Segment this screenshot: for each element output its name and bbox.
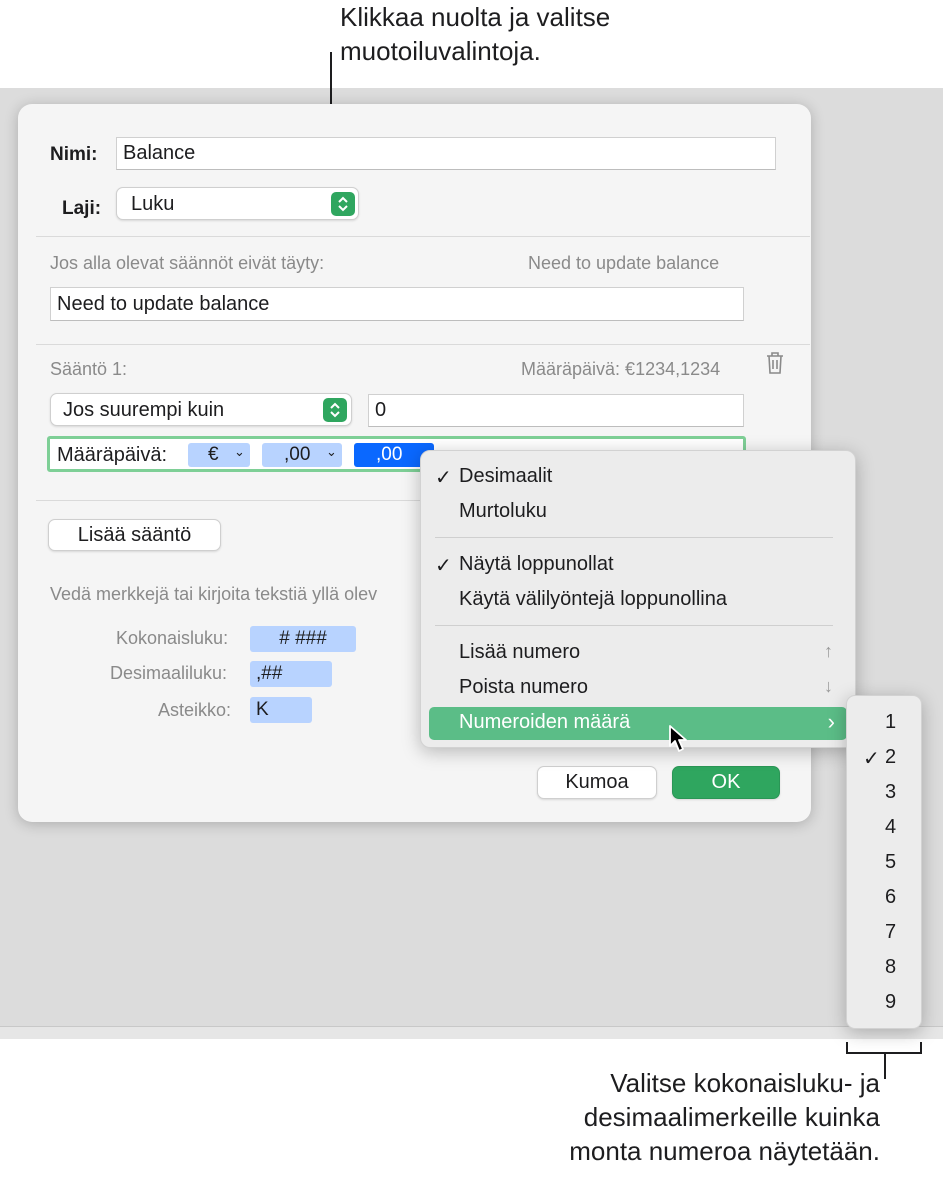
callout-bottom: Valitse kokonaisluku- ja desimaalimerkei…: [520, 1066, 880, 1168]
callout-top: Klikkaa nuolta ja valitse muotoiluvalint…: [340, 0, 610, 68]
decimal-element-token[interactable]: ,##: [250, 661, 332, 687]
element-label: Kokonaisluku:: [116, 628, 229, 648]
fallback-caption: Jos alla olevat säännöt eivät täyty:: [50, 253, 325, 273]
decimal-format-menu: ✓ Desimaalit Murtoluku ✓ Näytä loppunoll…: [420, 450, 856, 748]
submenu-item-7[interactable]: 7: [847, 915, 921, 950]
ok-button[interactable]: OK: [672, 766, 780, 799]
menu-item-digit-count[interactable]: Numeroiden määrä ›: [429, 707, 847, 740]
add-rule-button[interactable]: Lisää sääntö: [48, 519, 221, 551]
elements-hint: Vedä merkkejä tai kirjoita tekstiä yllä …: [50, 584, 378, 604]
checkmark-icon: ✓: [435, 555, 452, 577]
chevron-right-icon: ›: [827, 709, 835, 734]
menu-item-spaces-for-zeros[interactable]: Käytä välilyöntejä loppunollina: [421, 584, 855, 616]
submenu-item-8[interactable]: 8: [847, 950, 921, 985]
menu-item-label: Käytä välilyöntejä loppunollina: [459, 588, 727, 610]
rule-preview: Määräpäivä: €1234,1234: [521, 359, 721, 379]
rule-title: Sääntö 1:: [50, 359, 128, 379]
name-field[interactable]: Balance: [116, 137, 776, 170]
integer-element-token[interactable]: # ###: [250, 626, 356, 652]
condition-popup-chevrons-icon[interactable]: [323, 398, 347, 422]
arrow-up-icon: ↑: [824, 641, 833, 661]
callout-bottom-leader: [884, 1053, 886, 1079]
submenu-item-label: 6: [885, 886, 897, 908]
section-divider: [36, 236, 810, 237]
menu-item-label: Lisää numero: [459, 641, 581, 663]
integer-token-label: ,00: [284, 444, 311, 465]
arrow-down-icon: ↓: [824, 676, 833, 696]
currency-token-label: €: [208, 444, 219, 465]
type-label: Laji:: [62, 198, 102, 219]
menu-item-decimals[interactable]: ✓ Desimaalit: [421, 461, 855, 493]
checkmark-icon: ✓: [435, 467, 452, 489]
type-popup-value: Luku: [131, 193, 175, 215]
chevron-down-icon: ⌄: [326, 444, 337, 459]
mouse-pointer-icon: [668, 724, 690, 759]
menu-item-fraction[interactable]: Murtoluku: [421, 496, 855, 528]
element-label: Asteikko:: [158, 700, 232, 720]
submenu-item-label: 9: [885, 991, 897, 1013]
submenu-item-9[interactable]: 9: [847, 985, 921, 1020]
cancel-button[interactable]: Kumoa: [537, 766, 657, 799]
condition-popup[interactable]: Jos suurempi kuin: [50, 393, 352, 426]
menu-item-label: Poista numero: [459, 676, 588, 698]
submenu-item-label: 3: [885, 781, 897, 803]
section-divider: [36, 344, 810, 345]
callout-top-line-1: Klikkaa nuolta ja valitse: [340, 2, 611, 32]
submenu-item-label: 1: [885, 711, 897, 733]
window-bottom-edge: [0, 1026, 943, 1039]
checkmark-icon: ✓: [863, 748, 880, 770]
menu-separator: [435, 625, 833, 626]
callout-bottom-line-2: desimaalimerkeille kuinka: [583, 1102, 880, 1132]
menu-item-add-digit[interactable]: Lisää numero ↑: [421, 637, 855, 669]
decimal-token-label: ,00: [376, 444, 403, 465]
submenu-item-label: 7: [885, 921, 897, 943]
fallback-preview: Need to update balance: [528, 253, 720, 273]
integer-token[interactable]: ,00 ⌄: [262, 443, 342, 467]
element-label: Desimaaliluku:: [110, 663, 228, 683]
menu-item-label: Näytä loppunollat: [459, 553, 614, 575]
type-popup-chevrons-icon: [331, 192, 355, 216]
submenu-item-3[interactable]: 3: [847, 775, 921, 810]
submenu-item-label: 2: [885, 746, 897, 768]
callout-bottom-line-3: monta numeroa näytetään.: [569, 1136, 880, 1166]
type-popup[interactable]: Luku: [116, 187, 359, 220]
menu-item-show-trailing-zeros[interactable]: ✓ Näytä loppunollat: [421, 549, 855, 581]
submenu-item-label: 5: [885, 851, 897, 873]
digit-count-submenu: 1 ✓ 2 3 4 5 6 7 8 9: [846, 695, 922, 1029]
callout-top-line-2: muotoiluvalintoja.: [340, 36, 541, 66]
chevron-down-icon: ⌄: [234, 444, 245, 459]
menu-item-label: Desimaalit: [459, 465, 553, 487]
condition-popup-value: Jos suurempi kuin: [63, 399, 225, 421]
callout-bottom-line-1: Valitse kokonaisluku- ja: [610, 1068, 880, 1098]
submenu-item-label: 4: [885, 816, 897, 838]
format-label: Määräpäivä:: [57, 444, 168, 466]
submenu-item-4[interactable]: 4: [847, 810, 921, 845]
menu-item-label: Numeroiden määrä: [459, 711, 631, 733]
submenu-item-5[interactable]: 5: [847, 845, 921, 880]
menu-item-remove-digit[interactable]: Poista numero ↓: [421, 672, 855, 704]
menu-separator: [435, 537, 833, 538]
menu-item-label: Murtoluku: [459, 500, 547, 522]
submenu-item-label: 8: [885, 956, 897, 978]
currency-token[interactable]: € ⌄: [188, 443, 250, 467]
submenu-item-1[interactable]: 1: [847, 705, 921, 740]
name-label: Nimi:: [50, 144, 98, 165]
fallback-text-field[interactable]: Need to update balance: [50, 287, 744, 321]
condition-value-field[interactable]: 0: [368, 394, 744, 427]
scale-element-token[interactable]: K: [250, 697, 312, 723]
submenu-item-6[interactable]: 6: [847, 880, 921, 915]
submenu-item-2[interactable]: ✓ 2: [847, 740, 921, 775]
trash-icon[interactable]: [765, 351, 785, 380]
